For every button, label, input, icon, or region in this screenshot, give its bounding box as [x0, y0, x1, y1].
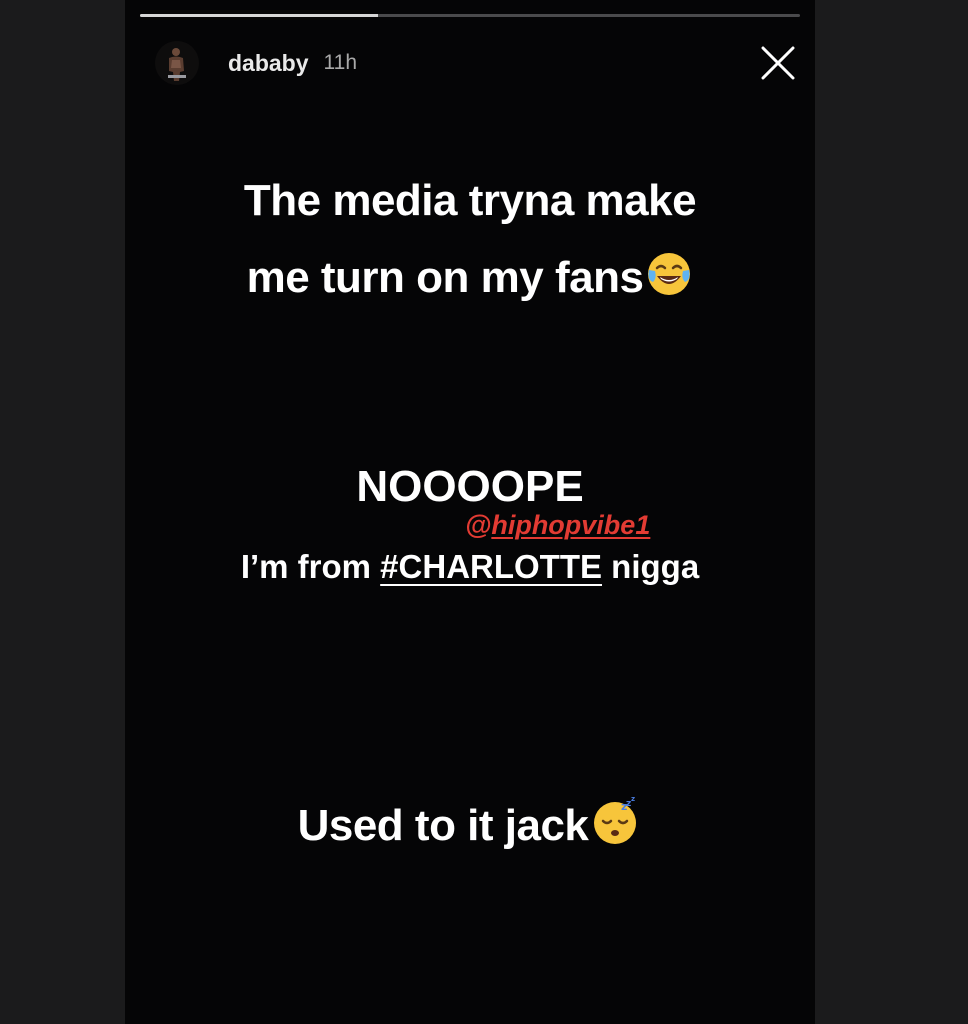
story-text-line-4: I’m from #CHARLOTTE nigga: [125, 548, 815, 586]
story-viewer[interactable]: dababy 11h The media tryna make me turn …: [125, 0, 815, 1024]
story-progress-fill: [140, 14, 378, 17]
story-text-line-4-after: nigga: [602, 548, 700, 585]
close-icon[interactable]: [758, 43, 798, 83]
watermark-handle: hiphopvibe1: [491, 510, 651, 540]
svg-text:z: z: [621, 800, 627, 813]
hashtag-link[interactable]: #CHARLOTTE: [380, 548, 602, 585]
user-avatar-icon[interactable]: [155, 41, 199, 85]
svg-text:z: z: [631, 795, 635, 803]
story-text-line-3: NOOOOPE: [125, 462, 815, 512]
story-text-line-5: Used to it jack z z z: [125, 794, 815, 857]
story-timestamp: 11h: [323, 51, 358, 74]
face-with-tears-of-joy-emoji: [645, 250, 693, 309]
story-text-line-2: me turn on my fans: [125, 250, 815, 309]
story-header: dababy 11h: [155, 40, 357, 86]
story-progress-bar: [140, 14, 800, 17]
watermark-mention[interactable]: @hiphopvibe1: [465, 510, 650, 541]
story-text-line-5-text: Used to it jack: [297, 801, 589, 850]
page: dababy 11h The media tryna make me turn …: [0, 0, 968, 1024]
story-text-line-3-text: NOOOOPE: [356, 462, 584, 511]
sleeping-face-emoji: z z z: [590, 794, 642, 857]
username[interactable]: dababy: [228, 50, 309, 77]
story-text-line-4-before: I’m from: [240, 548, 381, 585]
story-text-line-1: The media tryna make: [125, 176, 815, 226]
story-text-line-2-text: me turn on my fans: [246, 253, 644, 302]
watermark-at: @: [465, 510, 492, 540]
story-text-line-1-text: The media tryna make: [243, 176, 697, 225]
